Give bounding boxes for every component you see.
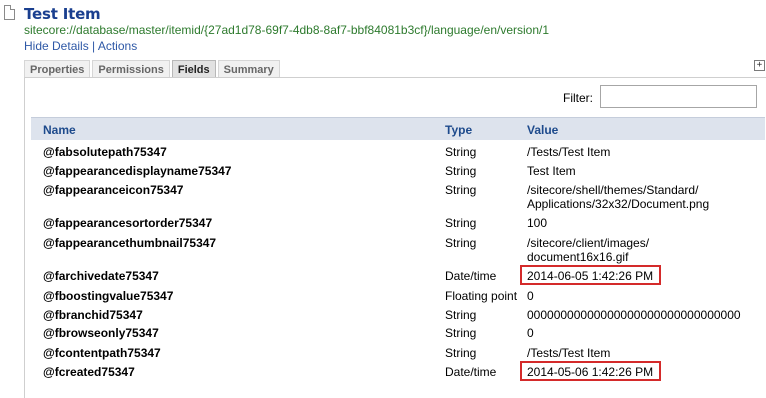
field-name: @fbranchid75347 <box>43 308 143 322</box>
filter-input[interactable] <box>600 85 757 108</box>
field-value: /sitecore/shell/themes/Standard/ Applica… <box>527 183 710 211</box>
field-type: String <box>445 183 477 197</box>
filter-label: Filter: <box>563 91 593 105</box>
tab-fields[interactable]: Fields <box>171 60 216 78</box>
field-type: String <box>445 326 477 340</box>
highlight-box <box>520 265 661 285</box>
field-type: String <box>445 236 477 250</box>
field-name: @fcontentpath75347 <box>43 346 161 360</box>
field-name: @fappearancedisplayname75347 <box>43 164 232 178</box>
field-value: 00000000000000000000000000000000 <box>527 308 741 322</box>
field-value: /sitecore/client/images/ document16x16.g… <box>527 236 650 264</box>
field-type: String <box>445 216 477 230</box>
field-name: @fboostingvalue75347 <box>43 289 174 303</box>
field-value: Test Item <box>527 164 576 178</box>
fields-table-header: Name Type Value <box>31 117 765 140</box>
expand-icon[interactable]: + <box>754 60 765 71</box>
field-value: 0 <box>527 326 534 340</box>
tab-properties[interactable]: Properties <box>24 60 91 78</box>
field-value: /Tests/Test Item <box>527 346 611 360</box>
item-path: sitecore://database/master/itemid/{27ad1… <box>24 23 550 37</box>
column-header-value[interactable]: Value <box>527 123 558 137</box>
field-type: String <box>445 346 477 360</box>
tab-strip: Properties Permissions Fields Summary <box>24 60 280 78</box>
details-links: Hide Details | Actions <box>24 39 137 53</box>
item-title: Test Item <box>24 5 101 23</box>
field-value: 100 <box>527 216 548 230</box>
field-type: String <box>445 164 477 178</box>
column-header-type[interactable]: Type <box>445 123 472 137</box>
field-value: /Tests/Test Item <box>527 145 611 159</box>
tab-summary[interactable]: Summary <box>217 60 280 78</box>
field-type: String <box>445 145 477 159</box>
field-name: @farchivedate75347 <box>43 269 159 283</box>
document-icon <box>4 5 15 20</box>
field-type: String <box>445 308 477 322</box>
actions-link[interactable]: Actions <box>98 39 137 53</box>
highlight-box <box>520 361 661 381</box>
field-type: Date/time <box>445 269 497 283</box>
field-name: @fappearancesortorder75347 <box>43 216 213 230</box>
field-type: Date/time <box>445 365 497 379</box>
hide-details-link[interactable]: Hide Details <box>24 39 89 53</box>
field-name: @fabsolutepath75347 <box>43 145 167 159</box>
field-name: @fcreated75347 <box>43 365 135 379</box>
tab-permissions[interactable]: Permissions <box>92 60 170 78</box>
field-type: Floating point <box>445 289 518 303</box>
field-name: @fbrowseonly75347 <box>43 326 159 340</box>
field-name: @fappearanceicon75347 <box>43 183 184 197</box>
link-separator: | <box>92 39 96 53</box>
column-header-name[interactable]: Name <box>43 123 76 137</box>
field-name: @fappearancethumbnail75347 <box>43 236 217 250</box>
field-value: 0 <box>527 289 534 303</box>
